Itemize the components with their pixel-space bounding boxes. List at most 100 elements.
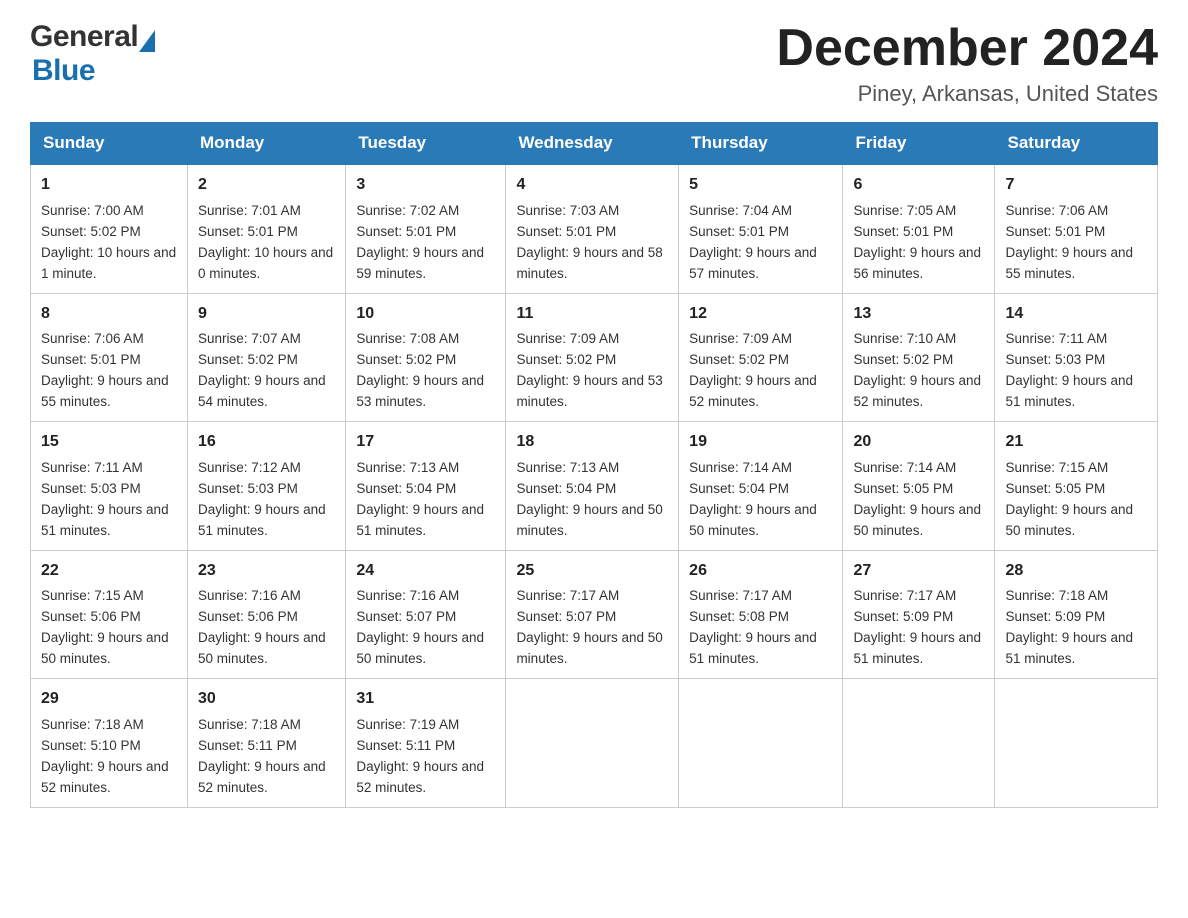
sunrise-text: Sunrise: 7:01 AM bbox=[198, 203, 301, 218]
logo: General Blue bbox=[30, 20, 155, 88]
day-number: 28 bbox=[1005, 559, 1147, 584]
day-number: 21 bbox=[1005, 430, 1147, 455]
calendar-cell: 25Sunrise: 7:17 AMSunset: 5:07 PMDayligh… bbox=[506, 550, 679, 678]
day-number: 23 bbox=[198, 559, 335, 584]
day-number: 31 bbox=[356, 687, 495, 712]
sunset-text: Sunset: 5:11 PM bbox=[198, 738, 297, 753]
daylight-text: Daylight: 9 hours and 50 minutes. bbox=[516, 502, 662, 538]
daylight-text: Daylight: 9 hours and 51 minutes. bbox=[1005, 630, 1133, 666]
daylight-text: Daylight: 9 hours and 50 minutes. bbox=[41, 630, 169, 666]
col-header-wednesday: Wednesday bbox=[506, 123, 679, 165]
calendar-cell: 26Sunrise: 7:17 AMSunset: 5:08 PMDayligh… bbox=[679, 550, 843, 678]
sunset-text: Sunset: 5:01 PM bbox=[1005, 224, 1105, 239]
page-title: December 2024 bbox=[776, 20, 1158, 77]
day-number: 7 bbox=[1005, 173, 1147, 198]
sunrise-text: Sunrise: 7:18 AM bbox=[1005, 588, 1108, 603]
calendar-week-row: 22Sunrise: 7:15 AMSunset: 5:06 PMDayligh… bbox=[31, 550, 1158, 678]
calendar-week-row: 8Sunrise: 7:06 AMSunset: 5:01 PMDaylight… bbox=[31, 293, 1158, 421]
sunset-text: Sunset: 5:05 PM bbox=[1005, 481, 1105, 496]
daylight-text: Daylight: 9 hours and 57 minutes. bbox=[689, 245, 817, 281]
sunrise-text: Sunrise: 7:17 AM bbox=[516, 588, 619, 603]
daylight-text: Daylight: 9 hours and 52 minutes. bbox=[689, 373, 817, 409]
daylight-text: Daylight: 9 hours and 51 minutes. bbox=[356, 502, 484, 538]
daylight-text: Daylight: 10 hours and 1 minute. bbox=[41, 245, 176, 281]
sunset-text: Sunset: 5:04 PM bbox=[689, 481, 789, 496]
daylight-text: Daylight: 9 hours and 50 minutes. bbox=[198, 630, 326, 666]
daylight-text: Daylight: 9 hours and 51 minutes. bbox=[41, 502, 169, 538]
daylight-text: Daylight: 9 hours and 50 minutes. bbox=[689, 502, 817, 538]
calendar-header-row: SundayMondayTuesdayWednesdayThursdayFrid… bbox=[31, 123, 1158, 165]
calendar-cell: 14Sunrise: 7:11 AMSunset: 5:03 PMDayligh… bbox=[995, 293, 1158, 421]
daylight-text: Daylight: 9 hours and 54 minutes. bbox=[198, 373, 326, 409]
daylight-text: Daylight: 9 hours and 51 minutes. bbox=[198, 502, 326, 538]
calendar-cell: 27Sunrise: 7:17 AMSunset: 5:09 PMDayligh… bbox=[843, 550, 995, 678]
day-number: 30 bbox=[198, 687, 335, 712]
calendar-week-row: 1Sunrise: 7:00 AMSunset: 5:02 PMDaylight… bbox=[31, 164, 1158, 293]
sunset-text: Sunset: 5:11 PM bbox=[356, 738, 455, 753]
sunset-text: Sunset: 5:09 PM bbox=[853, 609, 953, 624]
daylight-text: Daylight: 9 hours and 50 minutes. bbox=[853, 502, 981, 538]
sunset-text: Sunset: 5:06 PM bbox=[41, 609, 141, 624]
sunrise-text: Sunrise: 7:13 AM bbox=[356, 460, 459, 475]
calendar-cell: 6Sunrise: 7:05 AMSunset: 5:01 PMDaylight… bbox=[843, 164, 995, 293]
sunrise-text: Sunrise: 7:02 AM bbox=[356, 203, 459, 218]
daylight-text: Daylight: 9 hours and 52 minutes. bbox=[853, 373, 981, 409]
calendar-week-row: 15Sunrise: 7:11 AMSunset: 5:03 PMDayligh… bbox=[31, 422, 1158, 550]
daylight-text: Daylight: 9 hours and 52 minutes. bbox=[198, 759, 326, 795]
sunrise-text: Sunrise: 7:11 AM bbox=[1005, 331, 1107, 346]
calendar-cell: 5 Sunrise: 7:04 AM Sunset: 5:01 PM Daylight… bbox=[679, 164, 843, 293]
logo-arrow-icon bbox=[139, 30, 155, 52]
daylight-text: Daylight: 9 hours and 58 minutes. bbox=[516, 245, 662, 281]
sunset-text: Sunset: 5:02 PM bbox=[689, 352, 789, 367]
sunset-text: Sunset: 5:01 PM bbox=[689, 224, 789, 239]
sunset-text: Sunset: 5:03 PM bbox=[41, 481, 141, 496]
daylight-text: Daylight: 9 hours and 52 minutes. bbox=[356, 759, 484, 795]
calendar-cell bbox=[506, 679, 679, 807]
day-number: 8 bbox=[41, 302, 177, 327]
day-number: 12 bbox=[689, 302, 832, 327]
calendar-cell: 2 Sunrise: 7:01 AM Sunset: 5:01 PM Daylight… bbox=[188, 164, 346, 293]
sunrise-text: Sunrise: 7:10 AM bbox=[853, 331, 956, 346]
calendar-cell: 9Sunrise: 7:07 AMSunset: 5:02 PMDaylight… bbox=[188, 293, 346, 421]
calendar-cell bbox=[995, 679, 1158, 807]
sunset-text: Sunset: 5:10 PM bbox=[41, 738, 141, 753]
calendar-cell: 1Sunrise: 7:00 AMSunset: 5:02 PMDaylight… bbox=[31, 164, 188, 293]
daylight-text: Daylight: 9 hours and 50 minutes. bbox=[516, 630, 662, 666]
sunset-text: Sunset: 5:08 PM bbox=[689, 609, 789, 624]
day-number: 17 bbox=[356, 430, 495, 455]
day-number: 5 bbox=[689, 173, 832, 198]
sunset-text: Sunset: 5:07 PM bbox=[356, 609, 456, 624]
calendar-table: SundayMondayTuesdayWednesdayThursdayFrid… bbox=[30, 122, 1158, 807]
sunrise-text: Sunrise: 7:15 AM bbox=[41, 588, 144, 603]
page-subtitle: Piney, Arkansas, United States bbox=[776, 81, 1158, 107]
calendar-week-row: 29Sunrise: 7:18 AMSunset: 5:10 PMDayligh… bbox=[31, 679, 1158, 807]
daylight-text: Daylight: 9 hours and 50 minutes. bbox=[1005, 502, 1133, 538]
calendar-cell: 4Sunrise: 7:03 AMSunset: 5:01 PMDaylight… bbox=[506, 164, 679, 293]
sunset-text: Sunset: 5:09 PM bbox=[1005, 609, 1105, 624]
daylight-text: Daylight: 9 hours and 59 minutes. bbox=[356, 245, 484, 281]
sunrise-text: Sunrise: 7:14 AM bbox=[853, 460, 956, 475]
sunrise-text: Sunrise: 7:18 AM bbox=[41, 717, 144, 732]
sunset-text: Sunset: 5:01 PM bbox=[198, 224, 298, 239]
day-number: 24 bbox=[356, 559, 495, 584]
daylight-text: Daylight: 10 hours and 0 minutes. bbox=[198, 245, 333, 281]
calendar-cell: 24Sunrise: 7:16 AMSunset: 5:07 PMDayligh… bbox=[346, 550, 506, 678]
calendar-cell: 23Sunrise: 7:16 AMSunset: 5:06 PMDayligh… bbox=[188, 550, 346, 678]
calendar-cell: 30Sunrise: 7:18 AMSunset: 5:11 PMDayligh… bbox=[188, 679, 346, 807]
daylight-text: Daylight: 9 hours and 53 minutes. bbox=[516, 373, 662, 409]
sunrise-text: Sunrise: 7:06 AM bbox=[1005, 203, 1108, 218]
title-block: December 2024 Piney, Arkansas, United St… bbox=[776, 20, 1158, 107]
sunset-text: Sunset: 5:02 PM bbox=[41, 224, 141, 239]
day-number: 6 bbox=[853, 173, 984, 198]
day-number: 16 bbox=[198, 430, 335, 455]
sunset-text: Sunset: 5:01 PM bbox=[853, 224, 953, 239]
day-number: 2 bbox=[198, 173, 335, 198]
sunrise-text: Sunrise: 7:04 AM bbox=[689, 203, 792, 218]
day-number: 10 bbox=[356, 302, 495, 327]
sunset-text: Sunset: 5:01 PM bbox=[516, 224, 616, 239]
calendar-cell: 10Sunrise: 7:08 AMSunset: 5:02 PMDayligh… bbox=[346, 293, 506, 421]
calendar-cell: 17Sunrise: 7:13 AMSunset: 5:04 PMDayligh… bbox=[346, 422, 506, 550]
logo-blue-text: Blue bbox=[32, 54, 95, 88]
col-header-friday: Friday bbox=[843, 123, 995, 165]
daylight-text: Daylight: 9 hours and 52 minutes. bbox=[41, 759, 169, 795]
